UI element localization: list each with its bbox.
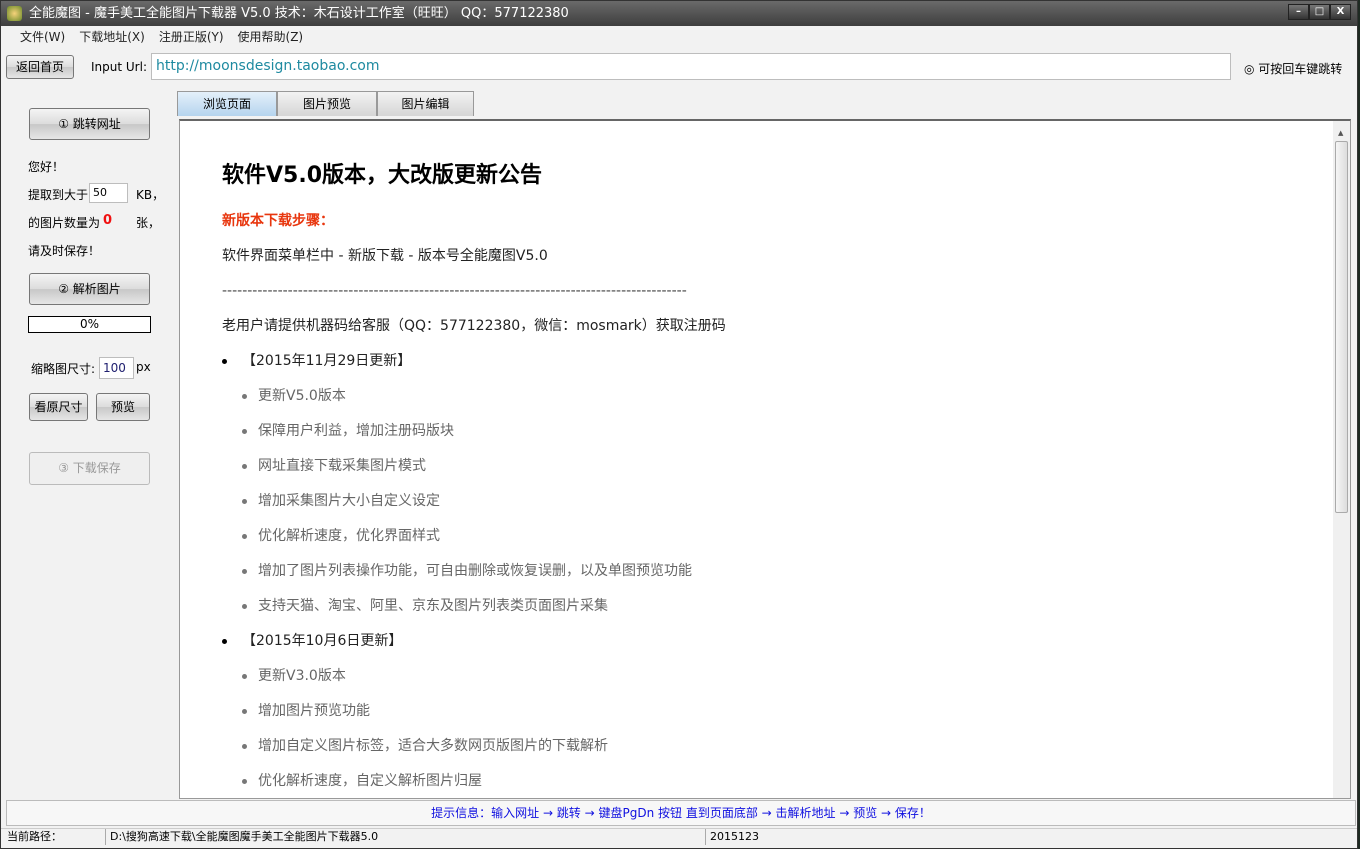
thumb-size-input[interactable]: 100 (99, 357, 134, 379)
menu-bar: 文件(W) 下载地址(X) 注册正版(Y) 使用帮助(Z) (1, 27, 1357, 47)
steps-text: 软件界面菜单栏中 - 新版下载 - 版本号全能魔图V5.0 (222, 248, 548, 264)
doc-title: 软件V5.0版本，大改版更新公告 (222, 163, 542, 188)
list-item: 增加了图片列表操作功能，可自由删除或恢复误删，以及单图预览功能 (222, 561, 726, 596)
update-heading: 【2015年10月6日更新】 (222, 631, 726, 666)
enter-hint: ◎ 可按回车键跳转 (1244, 62, 1343, 76)
list-item: 优化解析速度，自定义解析图片归屋 (222, 771, 726, 798)
download-save-button[interactable]: ③ 下载保存 (29, 452, 150, 485)
list-item: 更新V3.0版本 (222, 666, 726, 701)
menu-register[interactable]: 注册正版(Y) (152, 27, 231, 47)
greeting: 您好！ (28, 160, 65, 174)
list-item: 支持天猫、淘宝、阿里、京东及图片列表类页面图片采集 (222, 596, 726, 631)
browser-content: 软件V5.0版本，大改版更新公告 新版本下载步骤： 软件界面菜单栏中 - 新版下… (179, 119, 1351, 799)
vertical-scrollbar[interactable]: ▲ (1333, 121, 1350, 798)
tab-image-edit[interactable]: 图片编辑 (377, 91, 474, 116)
list-item: 保障用户利益，增加注册码版块 (222, 421, 726, 456)
count-unit: 张， (136, 216, 161, 230)
size-prefix: 提取到大于 (28, 188, 89, 202)
version-code: 2015123 (705, 829, 759, 845)
scroll-thumb[interactable] (1335, 141, 1348, 513)
thumb-size-unit: px (136, 360, 151, 374)
minimize-button[interactable]: – (1288, 4, 1309, 20)
list-item: 优化解析速度，优化界面样式 (222, 526, 726, 561)
original-size-button[interactable]: 看原尺寸 (29, 393, 88, 421)
parse-button[interactable]: ② 解析图片 (29, 273, 150, 305)
window-title: 全能魔图 - 魔手美工全能图片下载器 V5.0 技术：木石设计工作室（旺旺） Q… (29, 6, 569, 21)
path-label: 当前路径： (7, 830, 62, 843)
contact-text: 老用户请提供机器码给客服（QQ：577122380，微信：mosmark）获取注… (222, 318, 726, 334)
tab-browse[interactable]: 浏览页面 (177, 91, 277, 116)
list-item: 增加自定义图片标签，适合大多数网页版图片的下载解析 (222, 736, 726, 771)
close-button[interactable]: X (1330, 4, 1351, 20)
preview-button[interactable]: 预览 (96, 393, 150, 421)
app-window: 全能魔图 - 魔手美工全能图片下载器 V5.0 技术：木石设计工作室（旺旺） Q… (0, 0, 1358, 849)
divider: ----------------------------------------… (222, 283, 687, 299)
current-path: D:\搜狗高速下载\全能魔图魔手美工全能图片下载器5.0 (105, 829, 378, 845)
image-count: 0 (103, 213, 113, 228)
list-item: 增加图片预览功能 (222, 701, 726, 736)
progress-bar: 0% (28, 316, 151, 333)
tab-image-preview[interactable]: 图片预览 (277, 91, 377, 116)
scroll-up-icon[interactable]: ▲ (1338, 129, 1343, 137)
tab-bar: 浏览页面 图片预览 图片编辑 (177, 91, 474, 116)
list-item: 网址直接下载采集图片模式 (222, 456, 726, 491)
list-item: 增加采集图片大小自定义设定 (222, 491, 726, 526)
min-size-input[interactable]: 50 (89, 183, 128, 203)
jump-button[interactable]: ① 跳转网址 (29, 108, 150, 140)
progress-text: 0% (79, 317, 100, 331)
url-input[interactable]: http://moonsdesign.taobao.com (151, 53, 1231, 80)
hint-bar: 提示信息：输入网址 → 跳转 → 键盘PgDn 按钮 直到页面底部 → 击解析地… (6, 800, 1356, 826)
url-label: Input Url: (91, 60, 147, 74)
size-unit: KB， (136, 188, 165, 202)
app-icon (7, 6, 22, 21)
home-button[interactable]: 返回首页 (6, 55, 74, 79)
title-bar: 全能魔图 - 魔手美工全能图片下载器 V5.0 技术：木石设计工作室（旺旺） Q… (1, 1, 1357, 26)
thumb-size-label: 缩略图尺寸: (31, 362, 96, 376)
count-prefix: 的图片数量为 (28, 216, 101, 230)
menu-help[interactable]: 使用帮助(Z) (231, 27, 311, 47)
steps-heading: 新版本下载步骤： (222, 213, 334, 229)
menu-download-address[interactable]: 下载地址(X) (72, 27, 152, 47)
menu-file[interactable]: 文件(W) (13, 27, 72, 47)
maximize-button[interactable]: □ (1309, 4, 1330, 20)
save-reminder: 请及时保存！ (28, 244, 101, 258)
update-heading: 【2015年11月29日更新】 (222, 351, 726, 386)
status-bar: 当前路径： D:\搜狗高速下载\全能魔图魔手美工全能图片下载器5.0 20151… (1, 828, 1357, 845)
list-item: 更新V5.0版本 (222, 386, 726, 421)
